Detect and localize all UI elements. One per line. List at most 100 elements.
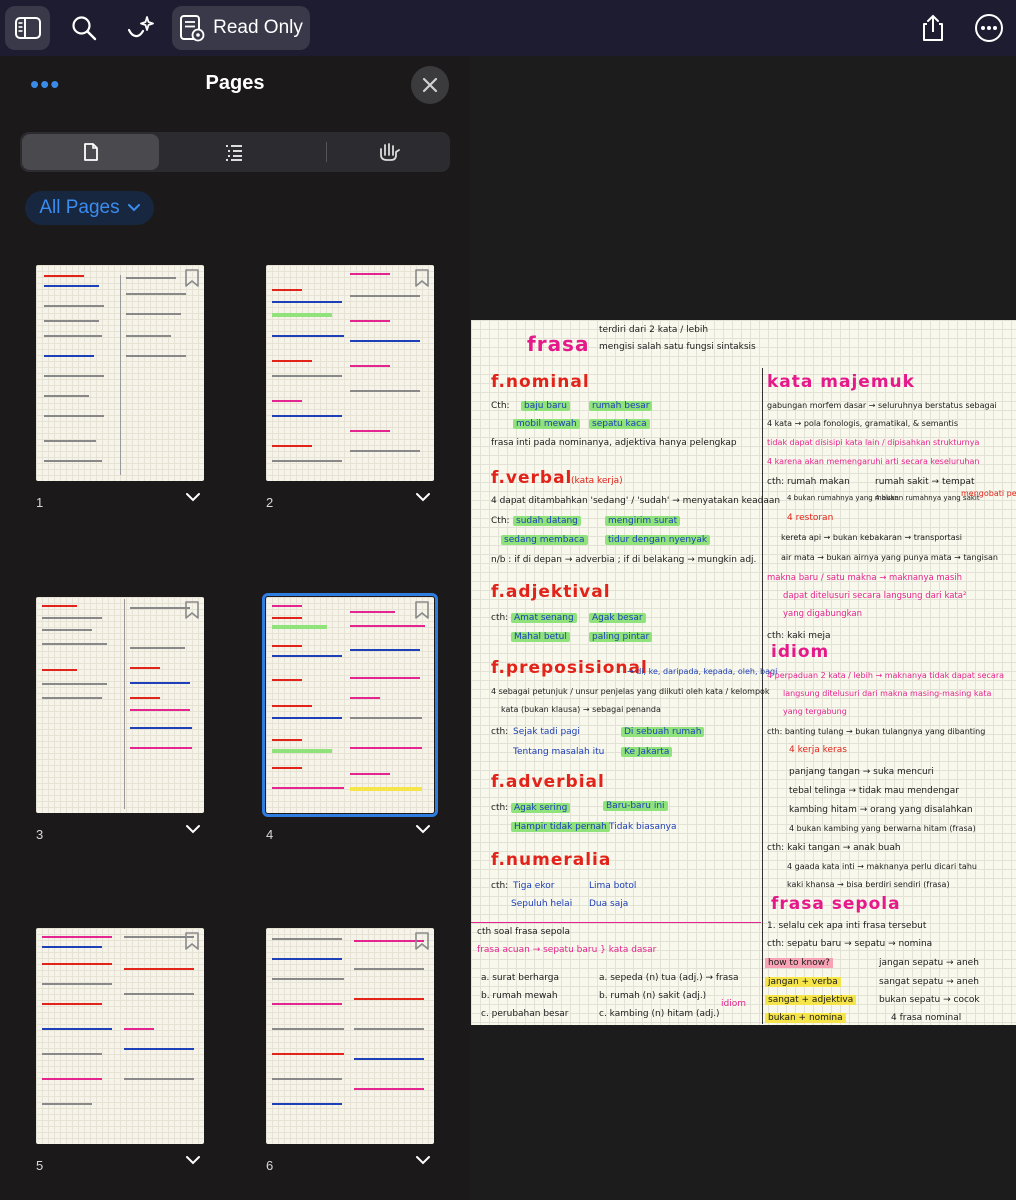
- answer-b: b. rumah (n) sakit (adj.): [599, 991, 707, 1001]
- chevron-down-icon[interactable]: [416, 824, 430, 834]
- example: mengirim surat: [605, 515, 681, 527]
- heading-adverbial: f.adverbial: [491, 772, 605, 792]
- cth-label: cth:: [491, 803, 509, 813]
- outline-list-icon: [225, 145, 242, 161]
- bookmark-icon[interactable]: [414, 600, 430, 620]
- example: baju baru: [521, 400, 570, 412]
- page-preview[interactable]: [266, 265, 434, 481]
- example: tebal telinga → tidak mau mendengar: [789, 786, 959, 796]
- option-a: a. surat berharga: [481, 973, 560, 983]
- search-button[interactable]: [62, 6, 106, 50]
- segment-bookmarks[interactable]: [329, 134, 448, 170]
- chevron-down-icon: [127, 204, 140, 212]
- note-text: 4 sebagai petunjuk / unsur penjelas yang…: [491, 687, 770, 696]
- heading-idiom: idiom: [771, 642, 830, 662]
- close-icon: [422, 77, 438, 93]
- example: sedang membaca: [501, 534, 588, 546]
- bookmark-icon[interactable]: [184, 600, 200, 620]
- preposition-list: → di, ke, daripada, kepada, oleh, bagi: [627, 667, 778, 676]
- bookmark-icon[interactable]: [184, 268, 200, 288]
- example: cth: sepatu baru → sepatu → nomina: [767, 939, 933, 949]
- how-to-know: how to know?: [765, 957, 833, 969]
- example: sepatu kaca: [589, 418, 650, 430]
- note-title: frasa: [527, 332, 590, 356]
- example: kereta api → bukan kebakaran → transport…: [781, 533, 962, 542]
- page-preview[interactable]: [36, 928, 204, 1144]
- note-text: 4 karena akan memengaruhi arti secara ke…: [767, 457, 980, 466]
- page-number: 4: [266, 827, 274, 842]
- example: Sejak tadi pagi: [513, 727, 580, 737]
- intro-line-1: terdiri dari 2 kata / lebih: [599, 325, 709, 335]
- page-preview[interactable]: [36, 597, 204, 813]
- page-number: 6: [266, 1158, 274, 1173]
- bookmark-icon[interactable]: [184, 931, 200, 951]
- sub-label: (kata kerja): [571, 476, 623, 486]
- chevron-down-icon[interactable]: [416, 1155, 430, 1165]
- note-text: langsung ditelusuri dari makna masing-ma…: [783, 689, 992, 698]
- hand-raise-icon: [379, 143, 400, 161]
- answer-c: c. kambing (n) hitam (adj.): [599, 1009, 720, 1019]
- close-sidebar-button[interactable]: [411, 66, 449, 104]
- segment-divider: [326, 142, 327, 162]
- sidebar-title: Pages: [205, 72, 265, 94]
- idiom-label: idiom: [721, 999, 746, 1009]
- read-only-button[interactable]: Read Only: [172, 6, 310, 50]
- segment-outline[interactable]: [165, 134, 302, 170]
- chevron-down-icon[interactable]: [416, 492, 430, 502]
- segment-pages[interactable]: [22, 134, 159, 170]
- chevron-down-icon[interactable]: [186, 492, 200, 502]
- note-text: makna baru / satu makna → maknanya masih: [767, 573, 963, 583]
- example: Ke Jakarta: [621, 746, 673, 758]
- example: Agak besar: [589, 612, 646, 624]
- chevron-down-icon[interactable]: [186, 1155, 200, 1165]
- note-text: 4 perpaduan 2 kata / lebih → maknanya ti…: [767, 671, 1005, 680]
- example: panjang tangan → suka mencuri: [789, 767, 934, 777]
- example: sangat sepatu → aneh: [879, 977, 979, 987]
- chevron-down-icon[interactable]: [186, 824, 200, 834]
- all-pages-filter-dropdown[interactable]: All Pages: [25, 191, 154, 225]
- example: cth: kaki tangan → anak buah: [767, 843, 901, 853]
- bookmark-icon[interactable]: [414, 268, 430, 288]
- note-text: kata (bukan klausa) → sebagai penanda: [501, 705, 661, 714]
- example: cth: banting tulang → bukan tulangnya ya…: [767, 727, 986, 736]
- heading-numeralia: f.numeralia: [491, 850, 612, 870]
- example: mobil mewah: [513, 418, 580, 430]
- cth-label: Cth:: [491, 516, 510, 526]
- cth-label: cth:: [491, 613, 509, 623]
- rule-nomina: bukan + nomina: [765, 1012, 846, 1024]
- read-only-icon: [180, 15, 205, 42]
- page-preview[interactable]: [266, 928, 434, 1144]
- page-preview-selected[interactable]: [262, 593, 438, 817]
- example: 4 kerja keras: [789, 745, 847, 755]
- note-text: gabungan morfem dasar → seluruhnya berst…: [767, 401, 997, 410]
- view-segmented-control: [20, 132, 450, 172]
- example: kaki khansa → bisa berdiri sendiri (fras…: [787, 880, 950, 889]
- sparkle-icon: [127, 16, 154, 38]
- page-preview[interactable]: [36, 265, 204, 481]
- page-number: 2: [266, 495, 274, 510]
- heading-kata-majemuk: kata majemuk: [767, 372, 915, 392]
- example: Agak sering: [511, 802, 571, 814]
- example: jangan sepatu → aneh: [879, 958, 979, 968]
- example: Tentang masalah itu: [513, 747, 605, 757]
- example: bukan sepatu → cocok: [879, 995, 980, 1005]
- page-icon: [83, 143, 98, 161]
- sidebar-toggle-button[interactable]: [5, 6, 50, 50]
- example: tidur dengan nyenyak: [605, 534, 711, 546]
- answer-a: a. sepeda (n) tua (adj.) → frasa: [599, 973, 739, 983]
- page-number: 1: [36, 495, 44, 510]
- note-page[interactable]: frasa terdiri dari 2 kata / lebih mengis…: [471, 320, 1016, 1025]
- example: paling pintar: [589, 631, 653, 643]
- pages-sidebar: ••• Pages All Pages 1 2 3 4 5 6: [0, 56, 470, 1200]
- heading-preposisional: f.preposisional: [491, 658, 648, 678]
- cth-label: cth:: [491, 727, 509, 737]
- heading-adjektival: f.adjektival: [491, 582, 611, 602]
- ai-assist-button[interactable]: [118, 6, 162, 50]
- more-options-button[interactable]: [966, 6, 1012, 50]
- cth-label: Cth:: [491, 401, 510, 411]
- example: 4 bukan kambing yang berwarna hitam (fra…: [789, 824, 976, 833]
- filter-label: All Pages: [39, 197, 120, 218]
- bookmark-icon[interactable]: [414, 931, 430, 951]
- example: 4 gaada kata inti → maknanya perlu dicar…: [787, 862, 977, 871]
- share-button[interactable]: [910, 6, 956, 50]
